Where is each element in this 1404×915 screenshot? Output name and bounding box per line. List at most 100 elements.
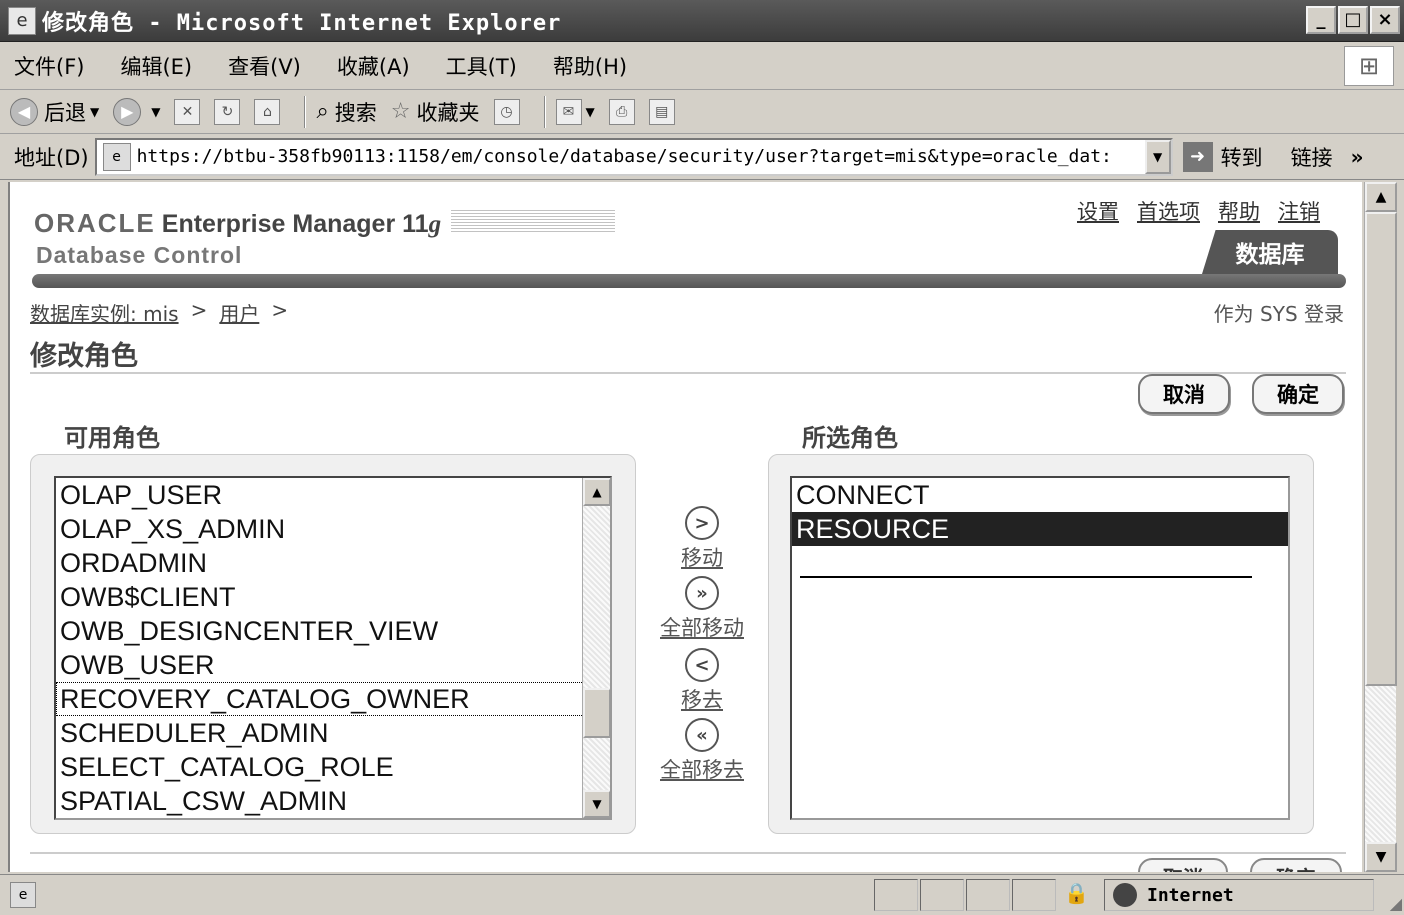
edit-button[interactable]: ▤ [648,98,675,125]
close-button[interactable]: × [1370,6,1400,34]
refresh-button[interactable]: ↻ [214,98,241,125]
list-item[interactable]: SELECT_CATALOG_ROLE [56,750,610,784]
star-icon: ☆ [390,99,411,124]
bottom-divider [30,852,1346,854]
search-icon: ⌕ [316,99,329,124]
global-links: 设置 首选项 帮助 注销 [1077,196,1320,226]
address-input[interactable]: e https://btbu-358fb90113:1158/em/consol… [94,137,1173,176]
selected-roles-heading: 所选角色 [802,424,898,452]
list-divider [800,576,1252,578]
list-item[interactable]: OWB_DESIGNCENTER_VIEW [56,614,610,648]
menu-help[interactable]: 帮助(H) [553,51,627,81]
menu-favorites[interactable]: 收藏(A) [337,51,410,81]
links-button[interactable]: 链接 [1291,142,1333,172]
scrollbar-thumb[interactable] [1365,212,1397,686]
address-dropdown-icon[interactable]: ▼ [1144,139,1171,174]
list-item-focused[interactable]: RECOVERY_CATALOG_OWNER [56,682,610,716]
menu-edit[interactable]: 编辑(E) [120,51,192,81]
cancel-button-bottom[interactable]: 取消 [1138,858,1228,872]
list-item[interactable]: OLAP_XS_ADMIN [56,512,610,546]
list-item[interactable]: SPATIAL_CSW_ADMIN [56,784,610,818]
ok-button-bottom[interactable]: 确定 [1250,858,1342,872]
links-chevron-icon[interactable]: » [1351,145,1364,169]
move-all-right-icon: » [685,576,719,610]
move-left-icon: < [685,648,719,682]
ok-button[interactable]: 确定 [1252,374,1344,414]
toolbar: ◀ 后退 ▼ ▶ ▼ ✕ ↻ ⌂ ⌕ 搜索 ☆ 收藏夹 ◷ ✉ ▼ ⎙ ▤ [0,90,1404,134]
back-button[interactable]: ◀ 后退 ▼ [10,97,99,127]
stop-icon: ✕ [174,98,201,125]
settings-link[interactable]: 设置 [1077,196,1119,226]
maximize-button[interactable]: □ [1338,6,1368,34]
go-button[interactable]: ➜ 转到 [1182,141,1263,172]
menu-tools[interactable]: 工具(T) [446,51,517,81]
go-arrow-icon: ➜ [1182,141,1213,172]
scroll-up-icon[interactable]: ▲ [583,478,610,506]
list-item[interactable]: OWB_USER [56,648,610,682]
mail-dropdown-icon[interactable]: ▼ [586,105,595,119]
help-link[interactable]: 帮助 [1218,196,1260,226]
page-icon: e [102,142,131,171]
scroll-down-icon[interactable]: ▼ [1365,842,1397,872]
lock-icon: 🔒 [1064,881,1089,905]
list-item[interactable]: ORDADMIN [56,546,610,580]
stop-button[interactable]: ✕ [174,98,201,125]
back-dropdown-icon[interactable]: ▼ [90,105,99,119]
print-button[interactable]: ⎙ [608,98,635,125]
back-label: 后退 [44,100,86,125]
move-all-button[interactable]: » 全部移动 [642,576,762,642]
list-item[interactable]: OWB$CLIENT [56,580,610,614]
menu-bar: 文件(F) 编辑(E) 查看(V) 收藏(A) 工具(T) 帮助(H) ⊞ [0,42,1404,90]
remove-label[interactable]: 移去 [681,684,723,714]
product-name: Enterprise Manager 11g [161,210,442,238]
home-icon: ⌂ [254,98,281,125]
move-label[interactable]: 移动 [681,542,723,572]
mail-button[interactable]: ✉ ▼ [555,98,595,125]
home-button[interactable]: ⌂ [254,98,281,125]
scrollbar-thumb[interactable] [583,688,610,738]
remove-button[interactable]: < 移去 [642,648,762,714]
available-list-scrollbar[interactable]: ▲ ▼ [582,478,610,818]
remove-all-button[interactable]: « 全部移去 [642,718,762,784]
move-all-label[interactable]: 全部移动 [660,612,744,642]
windows-logo-icon: ⊞ [1344,46,1394,86]
tab-database[interactable]: 数据库 [1202,230,1338,274]
mail-icon: ✉ [555,98,582,125]
logout-link[interactable]: 注销 [1278,196,1320,226]
address-label: 地址(D) [14,145,89,170]
ie-page-icon: e [8,6,36,35]
move-button[interactable]: > 移动 [642,506,762,572]
selected-roles-list[interactable]: CONNECT RESOURCE [790,476,1290,820]
list-item-selected[interactable]: RESOURCE [792,512,1288,546]
print-icon: ⎙ [608,98,635,125]
favorites-button[interactable]: ☆ 收藏夹 [391,97,480,127]
breadcrumb-instance[interactable]: 数据库实例: mis [30,298,179,327]
forward-button[interactable]: ▶ ▼ [113,97,160,126]
menu-view[interactable]: 查看(V) [228,51,301,81]
history-button[interactable]: ◷ [493,98,520,125]
preferences-link[interactable]: 首选项 [1137,196,1200,226]
go-label: 转到 [1220,145,1263,170]
resize-grip-icon[interactable]: ◢ [1390,894,1402,913]
breadcrumb-separator: > [190,298,208,322]
page-scrollbar[interactable]: ▲ ▼ [1364,182,1397,872]
window-title: 修改角色 - Microsoft Internet Explorer [42,10,562,36]
menu-file[interactable]: 文件(F) [14,51,84,81]
search-label: 搜索 [334,100,377,125]
minimize-button[interactable]: _ [1306,6,1336,34]
scroll-down-icon[interactable]: ▼ [583,790,610,818]
list-item[interactable]: CONNECT [792,478,1288,512]
remove-all-label[interactable]: 全部移去 [660,754,744,784]
breadcrumb-users[interactable]: 用户 [219,298,259,327]
forward-dropdown-icon[interactable]: ▼ [151,105,160,119]
search-button[interactable]: ⌕ 搜索 [316,97,376,127]
available-roles-list[interactable]: OLAP_USER OLAP_XS_ADMIN ORDADMIN OWB$CLI… [54,476,612,820]
address-url[interactable]: https://btbu-358fb90113:1158/em/console/… [137,146,1137,167]
logo-stripes [451,210,616,232]
logged-in-as: 作为 SYS 登录 [1213,302,1344,326]
list-item[interactable]: SCHEDULER_ADMIN [56,716,610,750]
scroll-up-icon[interactable]: ▲ [1365,182,1397,212]
product-subtitle: Database Control [36,242,243,268]
list-item[interactable]: OLAP_USER [56,478,610,512]
cancel-button[interactable]: 取消 [1138,374,1230,414]
